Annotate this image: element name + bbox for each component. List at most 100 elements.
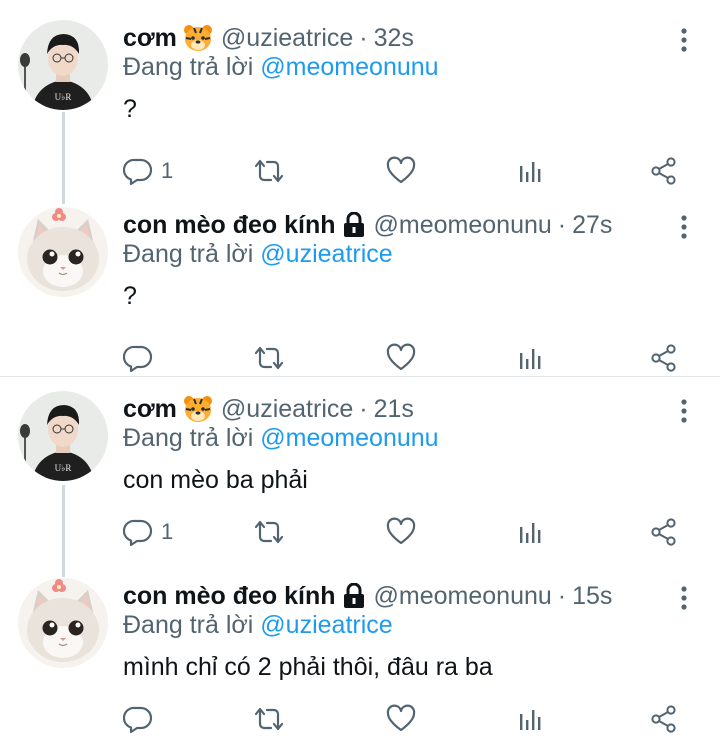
retweet-icon [253, 704, 285, 734]
lock-icon [342, 212, 366, 238]
display-name[interactable]: cơm [123, 24, 177, 53]
retweet-icon [253, 156, 285, 186]
share-button[interactable] [650, 154, 678, 188]
avatar[interactable] [18, 578, 108, 668]
reply-icon [123, 517, 153, 547]
timestamp[interactable]: 27s [572, 211, 612, 240]
like-button[interactable] [386, 702, 416, 736]
share-icon [650, 343, 678, 373]
username[interactable]: @uzieatrice [221, 395, 353, 424]
analytics-icon [518, 156, 544, 186]
analytics-icon [518, 343, 544, 373]
tweet[interactable]: con mèo đeo kính @meomeonunu · 27s Đang … [0, 207, 720, 387]
svg-text:U♭R: U♭R [55, 463, 72, 473]
share-button[interactable] [650, 515, 678, 549]
action-bar [0, 341, 720, 375]
reply-button[interactable] [123, 702, 161, 736]
reply-count: 1 [161, 519, 174, 544]
analytics-icon [518, 704, 544, 734]
like-button[interactable] [386, 515, 416, 549]
separator: · [359, 23, 368, 52]
reply-mention-link[interactable]: @uzieatrice [260, 611, 392, 639]
heart-icon [386, 704, 416, 734]
display-name[interactable]: cơm [123, 395, 177, 424]
reply-icon [123, 343, 153, 373]
replying-to-label: Đang trả lời [123, 53, 254, 81]
reply-button[interactable]: 1 [123, 515, 173, 549]
analytics-button[interactable] [518, 341, 544, 375]
retweet-button[interactable] [253, 515, 285, 549]
analytics-button[interactable] [518, 154, 544, 188]
more-options-icon[interactable] [672, 584, 696, 612]
tweet[interactable]: U♭R cơm @uzieatrice · 21s Đang trả lời @… [0, 391, 720, 571]
username[interactable]: @meomeonunu [374, 211, 552, 240]
tweet-text: ? [123, 282, 137, 310]
more-options-icon[interactable] [672, 213, 696, 241]
avatar[interactable]: U♭R [18, 391, 108, 481]
reply-mention-link[interactable]: @uzieatrice [260, 240, 392, 268]
svg-text:U♭R: U♭R [55, 92, 72, 102]
timestamp[interactable]: 32s [374, 24, 414, 53]
avatar[interactable]: U♭R [18, 20, 108, 110]
avatar[interactable] [18, 207, 108, 297]
tiger-face-emoji [183, 24, 213, 52]
replying-to: Đang trả lời @meomeonunu [123, 424, 439, 453]
tweet[interactable]: con mèo đeo kính @meomeonunu · 15s Đang … [0, 578, 720, 744]
username[interactable]: @meomeonunu [374, 582, 552, 611]
replying-to: Đang trả lời @meomeonunu [123, 53, 439, 82]
like-button[interactable] [386, 341, 416, 375]
analytics-button[interactable] [518, 515, 544, 549]
username[interactable]: @uzieatrice [221, 24, 353, 53]
reply-button[interactable] [123, 341, 161, 375]
tweet-text: mình chỉ có 2 phải thôi, đâu ra ba [123, 653, 493, 681]
retweet-icon [253, 517, 285, 547]
retweet-button[interactable] [253, 341, 285, 375]
retweet-button[interactable] [253, 702, 285, 736]
separator: · [359, 394, 368, 423]
analytics-button[interactable] [518, 702, 544, 736]
heart-icon [386, 343, 416, 373]
separator: · [557, 581, 567, 610]
tweet-header: cơm @uzieatrice · 32s [123, 20, 414, 56]
heart-icon [386, 517, 416, 547]
share-icon [650, 704, 678, 734]
timestamp[interactable]: 15s [572, 582, 612, 611]
reply-mention-link[interactable]: @meomeonunu [260, 424, 438, 452]
share-icon [650, 156, 678, 186]
more-options-icon[interactable] [672, 26, 696, 54]
reply-count: 1 [161, 158, 174, 183]
display-name[interactable]: con mèo đeo kính [123, 582, 336, 611]
tweet-header: con mèo đeo kính @meomeonunu · 15s [123, 578, 612, 614]
action-bar: 1 [0, 154, 720, 188]
action-bar [0, 702, 720, 736]
display-name[interactable]: con mèo đeo kính [123, 211, 336, 240]
tiger-face-emoji [183, 395, 213, 423]
retweet-button[interactable] [253, 154, 285, 188]
share-button[interactable] [650, 702, 678, 736]
timestamp[interactable]: 21s [374, 395, 414, 424]
replying-to-label: Đang trả lời [123, 424, 254, 452]
retweet-icon [253, 343, 285, 373]
reply-mention-link[interactable]: @meomeonunu [260, 53, 438, 81]
replying-to: Đang trả lời @uzieatrice [123, 611, 393, 640]
share-icon [650, 517, 678, 547]
action-bar: 1 [0, 515, 720, 549]
separator: · [557, 210, 567, 239]
replying-to-label: Đang trả lời [123, 611, 254, 639]
tweet-text: con mèo ba phải [123, 466, 308, 494]
tweet[interactable]: U♭R cơm @uzieatrice · 32s Đang trả lời @… [0, 20, 720, 200]
more-options-icon[interactable] [672, 397, 696, 425]
like-button[interactable] [386, 154, 416, 188]
replying-to-label: Đang trả lời [123, 240, 254, 268]
reply-icon [123, 704, 153, 734]
lock-icon [342, 583, 366, 609]
reply-button[interactable]: 1 [123, 154, 173, 188]
replying-to: Đang trả lời @uzieatrice [123, 240, 393, 269]
tweet-header: con mèo đeo kính @meomeonunu · 27s [123, 207, 612, 243]
share-button[interactable] [650, 341, 678, 375]
tweet-header: cơm @uzieatrice · 21s [123, 391, 414, 427]
analytics-icon [518, 517, 544, 547]
heart-icon [386, 156, 416, 186]
tweet-text: ? [123, 95, 137, 123]
reply-icon [123, 156, 153, 186]
